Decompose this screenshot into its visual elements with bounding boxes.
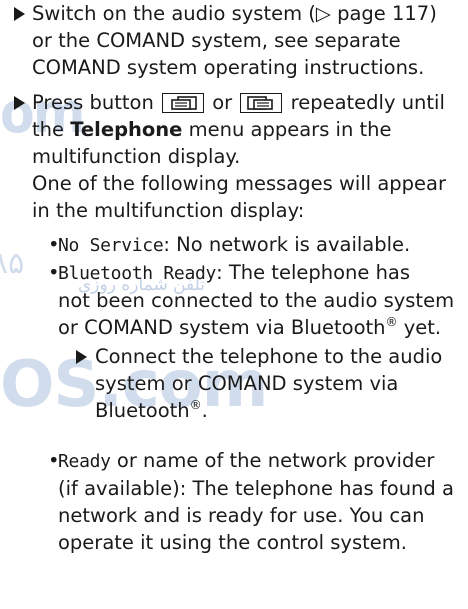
step-1-line-2: or the COMAND system, see separate	[32, 29, 401, 52]
line-2-post: menu appears in the	[188, 118, 392, 141]
step-2-line-2: the Telephone menu appears in the	[32, 116, 446, 143]
message-text: or name of the network provider	[110, 449, 435, 472]
arrow-right-icon	[14, 96, 25, 110]
message-code: Bluetooth Ready	[58, 263, 217, 284]
message-text: or COMAND system via Bluetooth	[58, 316, 386, 339]
substep-end: .	[201, 399, 208, 422]
step-2-line-1: Press button or repeatedly until	[32, 89, 446, 116]
substep-line-2: system or COMAND system via	[95, 372, 399, 395]
message-no-service: • No Service: No network is available.	[48, 231, 411, 259]
step-2-line-5: in the multifunction display:	[32, 199, 305, 222]
display-page-forward-icon	[240, 93, 283, 113]
bullet: •	[48, 449, 60, 472]
substep-line-1: Connect the telephone to the audio	[95, 345, 443, 368]
substep-line-3: Bluetooth®.	[95, 397, 442, 424]
message-ready: • Ready or name of the network provider …	[48, 447, 454, 556]
message-bluetooth-ready: • Bluetooth Ready: The telephone has not…	[48, 259, 455, 341]
watermark-mid: ۸۵	[0, 246, 25, 281]
step-1-line-3: COMAND system operating instructions.	[32, 56, 425, 79]
step-2-line-3: multifunction display.	[32, 145, 241, 168]
step-1-text: Switch on the audio system (▷ page 117) …	[32, 0, 437, 81]
message-3-line-3: network and is ready for use. You can	[58, 504, 425, 527]
substep-connect: Connect the telephone to the audio syste…	[95, 343, 442, 424]
registered-mark: ®	[189, 398, 202, 412]
message-text: : No network is available.	[163, 233, 411, 256]
bullet: •	[48, 261, 60, 284]
message-2-line-3: or COMAND system via Bluetooth® yet.	[58, 314, 454, 341]
message-2-line-2: not been connected to the audio system	[58, 289, 455, 312]
display-page-back-icon	[162, 93, 205, 113]
message-text: : The telephone has	[216, 261, 411, 284]
message-3-line-4: operate it using the control system.	[58, 531, 407, 554]
message-code: Ready	[58, 451, 111, 472]
message-3-line-2: (if available): The telephone has found …	[58, 477, 454, 500]
arrow-right-icon	[14, 7, 25, 21]
message-3-line-1: Ready or name of the network provider	[58, 447, 454, 475]
message-2-line-1: Bluetooth Ready: The telephone has	[58, 259, 454, 287]
line-1-suffix: repeatedly until	[290, 91, 445, 114]
step-1-line-1: Switch on the audio system (▷ page 117)	[32, 2, 437, 25]
step-2-line-4: One of the following messages will appea…	[32, 172, 447, 195]
bullet: •	[48, 233, 60, 256]
press-prefix: Press button	[32, 91, 154, 114]
line-2-pre: the	[32, 118, 65, 141]
message-code: No Service	[58, 235, 164, 256]
registered-mark: ®	[385, 315, 398, 329]
telephone-menu-name: Telephone	[70, 118, 183, 141]
substep-text: Bluetooth	[95, 399, 190, 422]
step-2-text: Press button or repeatedly until the Tel…	[32, 89, 446, 224]
or-word: or	[212, 91, 233, 114]
arrow-right-icon	[76, 350, 87, 364]
message-text-end: yet.	[397, 316, 442, 339]
